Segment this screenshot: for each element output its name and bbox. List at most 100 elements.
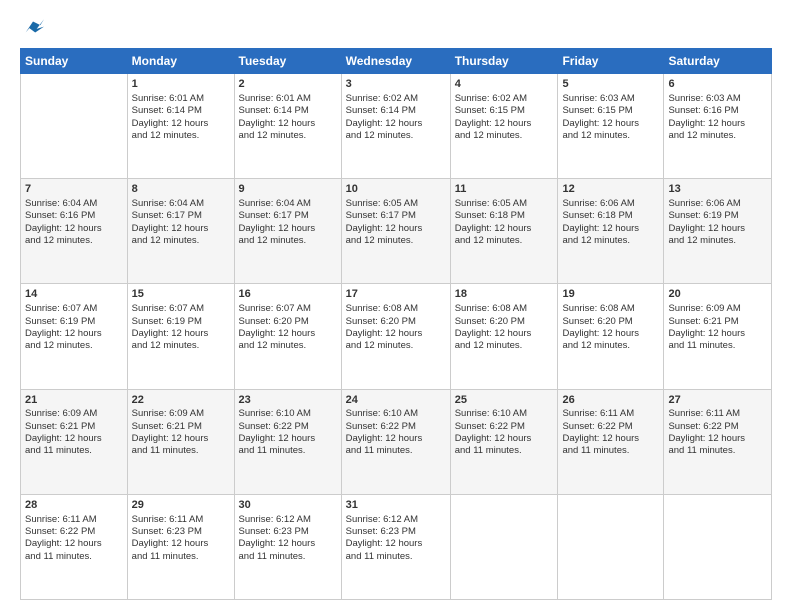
table-row: 24Sunrise: 6:10 AM Sunset: 6:22 PM Dayli… [341, 389, 450, 494]
table-row: 14Sunrise: 6:07 AM Sunset: 6:19 PM Dayli… [21, 284, 128, 389]
day-info: Sunrise: 6:10 AM Sunset: 6:22 PM Dayligh… [239, 408, 337, 457]
calendar-week-4: 21Sunrise: 6:09 AM Sunset: 6:21 PM Dayli… [21, 389, 772, 494]
table-row: 19Sunrise: 6:08 AM Sunset: 6:20 PM Dayli… [558, 284, 664, 389]
table-row: 9Sunrise: 6:04 AM Sunset: 6:17 PM Daylig… [234, 179, 341, 284]
day-number: 30 [239, 498, 337, 513]
day-number: 12 [562, 182, 659, 197]
table-row [21, 74, 128, 179]
day-number: 4 [455, 77, 554, 92]
logo-bird-icon [22, 16, 44, 38]
table-row: 28Sunrise: 6:11 AM Sunset: 6:22 PM Dayli… [21, 494, 128, 599]
day-info: Sunrise: 6:11 AM Sunset: 6:22 PM Dayligh… [562, 408, 659, 457]
table-row: 15Sunrise: 6:07 AM Sunset: 6:19 PM Dayli… [127, 284, 234, 389]
day-info: Sunrise: 6:03 AM Sunset: 6:16 PM Dayligh… [668, 93, 767, 142]
day-info: Sunrise: 6:06 AM Sunset: 6:19 PM Dayligh… [668, 198, 767, 247]
day-number: 7 [25, 182, 123, 197]
day-number: 26 [562, 393, 659, 408]
day-number: 9 [239, 182, 337, 197]
day-info: Sunrise: 6:10 AM Sunset: 6:22 PM Dayligh… [455, 408, 554, 457]
day-number: 2 [239, 77, 337, 92]
day-number: 3 [346, 77, 446, 92]
col-tuesday: Tuesday [234, 49, 341, 74]
day-number: 14 [25, 287, 123, 302]
day-info: Sunrise: 6:04 AM Sunset: 6:17 PM Dayligh… [132, 198, 230, 247]
day-number: 31 [346, 498, 446, 513]
day-info: Sunrise: 6:10 AM Sunset: 6:22 PM Dayligh… [346, 408, 446, 457]
col-sunday: Sunday [21, 49, 128, 74]
day-info: Sunrise: 6:04 AM Sunset: 6:17 PM Dayligh… [239, 198, 337, 247]
day-info: Sunrise: 6:02 AM Sunset: 6:14 PM Dayligh… [346, 93, 446, 142]
day-number: 17 [346, 287, 446, 302]
day-info: Sunrise: 6:01 AM Sunset: 6:14 PM Dayligh… [239, 93, 337, 142]
table-row [450, 494, 558, 599]
day-number: 15 [132, 287, 230, 302]
table-row: 8Sunrise: 6:04 AM Sunset: 6:17 PM Daylig… [127, 179, 234, 284]
calendar-week-1: 1 Sunrise: 6:01 AM Sunset: 6:14 PM Daylig… [21, 74, 772, 179]
day-info: Sunrise: 6:08 AM Sunset: 6:20 PM Dayligh… [562, 303, 659, 352]
table-row: 21Sunrise: 6:09 AM Sunset: 6:21 PM Dayli… [21, 389, 128, 494]
day-info: Sunrise: 6:11 AM Sunset: 6:22 PM Dayligh… [25, 514, 123, 563]
day-info: Sunrise: 6:07 AM Sunset: 6:20 PM Dayligh… [239, 303, 337, 352]
calendar-week-3: 14Sunrise: 6:07 AM Sunset: 6:19 PM Dayli… [21, 284, 772, 389]
table-row: 31Sunrise: 6:12 AM Sunset: 6:23 PM Dayli… [341, 494, 450, 599]
table-row: 4Sunrise: 6:02 AM Sunset: 6:15 PM Daylig… [450, 74, 558, 179]
col-thursday: Thursday [450, 49, 558, 74]
day-number: 25 [455, 393, 554, 408]
table-row: 1Sunrise: 6:01 AM Sunset: 6:14 PM Daylig… [127, 74, 234, 179]
day-number: 21 [25, 393, 123, 408]
table-row: 20Sunrise: 6:09 AM Sunset: 6:21 PM Dayli… [664, 284, 772, 389]
table-row: 18Sunrise: 6:08 AM Sunset: 6:20 PM Dayli… [450, 284, 558, 389]
table-row: 27Sunrise: 6:11 AM Sunset: 6:22 PM Dayli… [664, 389, 772, 494]
calendar-body: 1 Sunrise: 6:01 AM Sunset: 6:14 PM Daylig… [21, 74, 772, 600]
day-info: Sunrise: 6:08 AM Sunset: 6:20 PM Dayligh… [346, 303, 446, 352]
col-friday: Friday [558, 49, 664, 74]
day-number: 19 [562, 287, 659, 302]
day-info: Sunrise: 6:08 AM Sunset: 6:20 PM Dayligh… [455, 303, 554, 352]
day-number: 18 [455, 287, 554, 302]
table-row: 25Sunrise: 6:10 AM Sunset: 6:22 PM Dayli… [450, 389, 558, 494]
logo [20, 16, 44, 38]
day-number: 29 [132, 498, 230, 513]
table-row: 3Sunrise: 6:02 AM Sunset: 6:14 PM Daylig… [341, 74, 450, 179]
calendar-table: Sunday Monday Tuesday Wednesday Thursday… [20, 48, 772, 600]
day-info: Sunrise: 6:11 AM Sunset: 6:23 PM Dayligh… [132, 514, 230, 563]
col-wednesday: Wednesday [341, 49, 450, 74]
day-info: Sunrise: 6:12 AM Sunset: 6:23 PM Dayligh… [346, 514, 446, 563]
col-monday: Monday [127, 49, 234, 74]
table-row: 13Sunrise: 6:06 AM Sunset: 6:19 PM Dayli… [664, 179, 772, 284]
day-info: Sunrise: 6:09 AM Sunset: 6:21 PM Dayligh… [132, 408, 230, 457]
day-info: Sunrise: 6:12 AM Sunset: 6:23 PM Dayligh… [239, 514, 337, 563]
day-info: Sunrise: 6:03 AM Sunset: 6:15 PM Dayligh… [562, 93, 659, 142]
table-row: 2Sunrise: 6:01 AM Sunset: 6:14 PM Daylig… [234, 74, 341, 179]
day-number: 24 [346, 393, 446, 408]
page: Sunday Monday Tuesday Wednesday Thursday… [0, 0, 792, 612]
table-row: 12Sunrise: 6:06 AM Sunset: 6:18 PM Dayli… [558, 179, 664, 284]
table-row: 30Sunrise: 6:12 AM Sunset: 6:23 PM Dayli… [234, 494, 341, 599]
day-number: 27 [668, 393, 767, 408]
day-info: Sunrise: 6:09 AM Sunset: 6:21 PM Dayligh… [25, 408, 123, 457]
table-row: 16Sunrise: 6:07 AM Sunset: 6:20 PM Dayli… [234, 284, 341, 389]
day-number: 22 [132, 393, 230, 408]
day-number: 16 [239, 287, 337, 302]
day-number: 28 [25, 498, 123, 513]
day-info: Sunrise: 6:07 AM Sunset: 6:19 PM Dayligh… [25, 303, 123, 352]
header [20, 16, 772, 38]
day-number: 1 [132, 77, 230, 92]
table-row [558, 494, 664, 599]
day-number: 6 [668, 77, 767, 92]
calendar-week-5: 28Sunrise: 6:11 AM Sunset: 6:22 PM Dayli… [21, 494, 772, 599]
day-info: Sunrise: 6:05 AM Sunset: 6:18 PM Dayligh… [455, 198, 554, 247]
day-info: Sunrise: 6:05 AM Sunset: 6:17 PM Dayligh… [346, 198, 446, 247]
day-number: 23 [239, 393, 337, 408]
day-number: 20 [668, 287, 767, 302]
col-saturday: Saturday [664, 49, 772, 74]
day-number: 13 [668, 182, 767, 197]
table-row: 29Sunrise: 6:11 AM Sunset: 6:23 PM Dayli… [127, 494, 234, 599]
day-number: 5 [562, 77, 659, 92]
day-number: 11 [455, 182, 554, 197]
table-row: 23Sunrise: 6:10 AM Sunset: 6:22 PM Dayli… [234, 389, 341, 494]
table-row [664, 494, 772, 599]
day-info: Sunrise: 6:06 AM Sunset: 6:18 PM Dayligh… [562, 198, 659, 247]
day-info: Sunrise: 6:11 AM Sunset: 6:22 PM Dayligh… [668, 408, 767, 457]
calendar-header: Sunday Monday Tuesday Wednesday Thursday… [21, 49, 772, 74]
